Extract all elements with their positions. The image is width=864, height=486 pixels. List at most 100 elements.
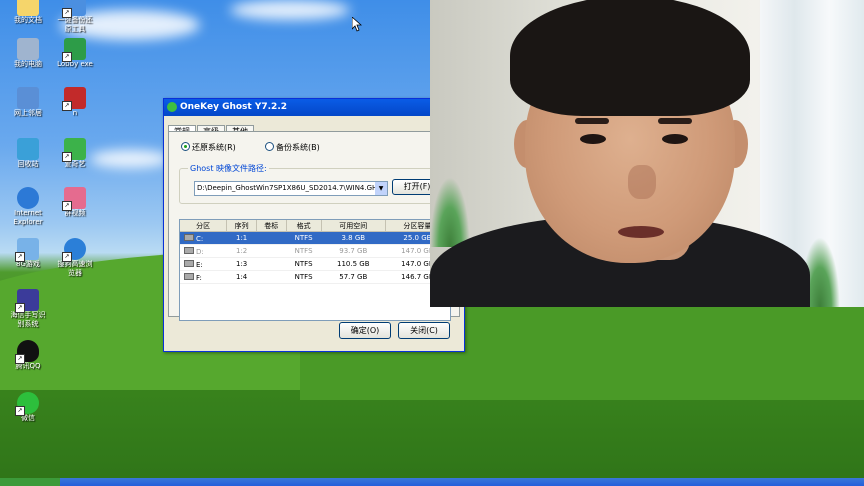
close-button[interactable]: 关闭(C) xyxy=(398,322,450,339)
radio-label: 备份系统(B) xyxy=(276,143,320,152)
desktop-icon-sogou-browser[interactable]: ↗ 搜狗高速浏 览器 xyxy=(47,238,103,278)
backup-tool-icon: ↗ xyxy=(62,0,86,18)
iqiyi-icon: ↗ xyxy=(62,138,86,162)
recycle-bin-icon xyxy=(17,138,39,160)
cloud xyxy=(230,0,350,20)
icon-label: n xyxy=(72,109,78,117)
cell: NTFS xyxy=(286,270,322,284)
desktop-icon-wechat[interactable]: ↗ 微信 xyxy=(0,392,56,423)
ok-button[interactable]: 确定(O) xyxy=(339,322,391,339)
column-header[interactable]: 分区 xyxy=(180,220,228,232)
ghost-path-group: Ghost 映像文件路径: D:\Deepin_GhostWin7SP1X86U… xyxy=(179,163,449,204)
column-header[interactable]: 可用空间 xyxy=(321,220,386,232)
ie-icon xyxy=(17,187,39,209)
icon-label: 海信手写识 别系统 xyxy=(10,311,46,328)
cell: D: xyxy=(196,247,204,256)
cell: NTFS xyxy=(286,244,322,258)
desktop-icon-handwriting[interactable]: ↗ 海信手写识 别系统 xyxy=(0,289,56,329)
cell: NTFS xyxy=(286,257,322,271)
chevron-down-icon[interactable]: ▼ xyxy=(375,182,387,195)
column-header[interactable]: 格式 xyxy=(286,220,322,232)
restore-system-radio[interactable]: 还原系统(R) xyxy=(181,142,236,153)
video-icon: ↗ xyxy=(62,187,86,211)
person-eyebrow xyxy=(658,118,692,124)
cell xyxy=(256,257,286,271)
cell: 1:3 xyxy=(226,257,257,271)
plant xyxy=(430,177,470,247)
table-row[interactable]: D: 1:2 NTFS 93.7 GB 147.0 GB xyxy=(180,244,450,258)
cell: 57.7 GB xyxy=(321,270,386,284)
column-header[interactable]: 卷标 xyxy=(256,220,287,232)
network-icon xyxy=(17,87,39,109)
desktop-icon-qq[interactable]: ↗ 腾讯QQ xyxy=(0,340,56,371)
icon-label: 搜狗高速浏 览器 xyxy=(57,260,93,277)
radio-selected-icon xyxy=(181,142,190,151)
onekey-ghost-icon xyxy=(167,102,177,112)
cell: 3.8 GB xyxy=(321,231,386,245)
person-mouth xyxy=(618,226,664,238)
cell: NTFS xyxy=(286,231,322,245)
drive-icon xyxy=(184,246,194,254)
cell: E: xyxy=(196,260,203,269)
drive-icon xyxy=(184,233,194,241)
image-path-combobox[interactable]: D:\Deepin_GhostWin7SP1X86U_SD2014.7\WIN4… xyxy=(194,181,388,196)
icon-label: 爱奇艺 xyxy=(64,160,86,168)
person-eye xyxy=(580,134,606,144)
column-header[interactable]: 序列 xyxy=(226,220,257,232)
cell: 1:4 xyxy=(226,270,257,284)
onekey-ghost-window: OneKey Ghost Y7.2.2 常规高级其他 还原系统(R) 备份系统(… xyxy=(163,98,465,352)
cell: 1:1 xyxy=(226,231,257,245)
cell: 1:2 xyxy=(226,244,257,258)
tab-bar: 常规高级其他 xyxy=(168,119,255,137)
person-eye xyxy=(662,134,688,144)
table-row[interactable]: C: 1:1 NTFS 3.8 GB 25.0 GB xyxy=(180,231,450,245)
table-row[interactable]: E: 1:3 NTFS 110.5 GB 147.0 GB xyxy=(180,257,450,271)
radio-empty-icon xyxy=(265,142,274,151)
sogou-browser-icon: ↗ xyxy=(62,238,86,262)
general-panel: 还原系统(R) 备份系统(B) Ghost 映像文件路径: D:\Deepin_… xyxy=(168,131,460,321)
cell xyxy=(256,231,286,245)
desktop-icon-lobby[interactable]: ↗ Lobby exe xyxy=(47,38,103,69)
desktop-icon-onekey-backup[interactable]: ↗ 一键备份还 原工具 xyxy=(47,0,103,34)
radio-label: 还原系统(R) xyxy=(192,143,236,152)
cell: F: xyxy=(196,273,202,282)
drive-icon xyxy=(184,259,194,267)
cell: 93.7 GB xyxy=(321,244,386,258)
desktop-icon-group-video[interactable]: ↗ 群视频 xyxy=(47,187,103,218)
computer-icon xyxy=(17,38,39,60)
person-eyebrow xyxy=(575,118,609,124)
icon-label: 腾讯QQ xyxy=(15,362,41,370)
app-icon: ↗ xyxy=(62,87,86,111)
icon-label: Lobby exe xyxy=(57,60,93,68)
qq-penguin-icon: ↗ xyxy=(15,340,39,364)
group-label: Ghost 映像文件路径: xyxy=(188,163,269,174)
mouse-cursor-icon xyxy=(352,17,362,32)
table-header-row: 分区 序列 卷标 格式 可用空间 分区容量 xyxy=(180,220,451,232)
drive-icon xyxy=(184,272,194,280)
path-value: D:\Deepin_GhostWin7SP1X86U_SD2014.7\WIN4… xyxy=(197,184,383,192)
desktop-icon-iqiyi[interactable]: ↗ 爱奇艺 xyxy=(47,138,103,169)
taskbar xyxy=(0,478,864,486)
icon-label: 一键备份还 原工具 xyxy=(57,16,93,33)
desktop-icon-n[interactable]: ↗ n xyxy=(47,87,103,118)
backup-system-radio[interactable]: 备份系统(B) xyxy=(265,142,320,153)
cell xyxy=(256,244,286,258)
icon-label: 群视频 xyxy=(64,209,86,217)
icon-label: 微信 xyxy=(21,414,35,422)
folder-icon xyxy=(17,0,39,16)
window-title: OneKey Ghost Y7.2.2 xyxy=(180,102,287,112)
webcam-overlay xyxy=(430,0,864,307)
table-row[interactable]: F: 1:4 NTFS 57.7 GB 146.7 GB xyxy=(180,270,450,284)
person-nose xyxy=(628,165,656,199)
cell: 110.5 GB xyxy=(321,257,386,271)
cell xyxy=(256,270,286,284)
wechat-icon: ↗ xyxy=(15,392,39,416)
lobby-icon: ↗ xyxy=(62,38,86,62)
person-hair xyxy=(510,0,750,116)
pen-icon: ↗ xyxy=(15,289,39,313)
window-titlebar[interactable]: OneKey Ghost Y7.2.2 xyxy=(164,99,464,116)
cell: C: xyxy=(196,234,204,243)
game-icon: ↗ xyxy=(15,238,39,262)
start-button[interactable] xyxy=(0,478,60,486)
partition-table: 分区 序列 卷标 格式 可用空间 分区容量 C: 1:1 NTFS 3.8 GB… xyxy=(179,219,451,321)
